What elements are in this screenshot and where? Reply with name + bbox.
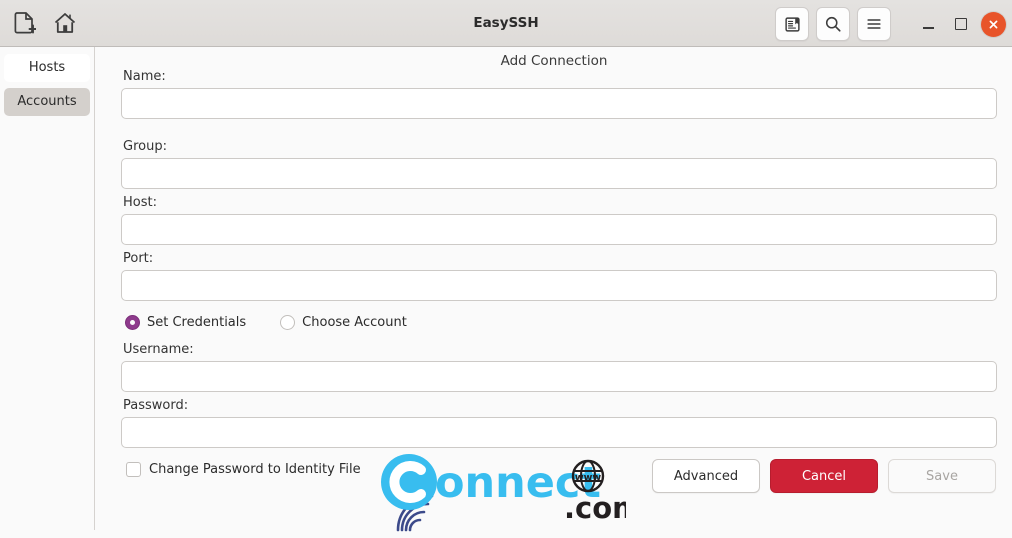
add-connection-form: Name: Group: Host: Port: Set Credentials…: [121, 69, 997, 477]
maximize-icon: [955, 18, 967, 30]
username-input[interactable]: [121, 361, 997, 392]
radio-label: Set Credentials: [147, 315, 247, 330]
close-button[interactable]: [981, 11, 1006, 37]
radio-unselected-icon: [280, 315, 296, 330]
sidebar-item-label: Accounts: [17, 94, 77, 109]
radio-label: Choose Account: [302, 315, 407, 330]
titlebar-left-actions: [8, 6, 82, 40]
form-actions: Advanced Cancel Save: [652, 459, 996, 493]
radio-set-credentials[interactable]: Set Credentials: [125, 315, 246, 330]
port-input[interactable]: [121, 270, 997, 301]
username-label: Username:: [123, 342, 194, 357]
menu-button[interactable]: [857, 7, 891, 41]
svg-text:.com: .com: [564, 491, 626, 525]
radio-selected-icon: [125, 315, 140, 330]
port-label: Port:: [123, 251, 154, 266]
group-label: Group:: [123, 139, 167, 154]
sidebar-item-hosts[interactable]: Hosts: [4, 54, 90, 82]
minimize-icon: [922, 27, 934, 29]
terminal-book-button[interactable]: [775, 7, 809, 41]
page-title: Add Connection: [500, 53, 608, 69]
host-label: Host:: [123, 195, 157, 210]
radio-choose-account[interactable]: Choose Account: [280, 315, 407, 330]
app-window: EasySSH Hosts Accounts Add Connection Na…: [0, 0, 1012, 532]
checkbox-unchecked-icon: [126, 462, 141, 477]
cancel-button[interactable]: Cancel: [770, 459, 878, 493]
password-input[interactable]: [121, 417, 997, 448]
search-button[interactable]: [816, 7, 850, 41]
name-label: Name:: [123, 69, 166, 84]
minimize-button[interactable]: [915, 11, 941, 37]
sidebar: Hosts Accounts: [0, 47, 95, 530]
titlebar: EasySSH: [0, 0, 1012, 47]
new-connection-icon[interactable]: [8, 6, 42, 40]
maximize-button[interactable]: [948, 11, 974, 37]
save-button: Save: [888, 459, 996, 493]
home-icon[interactable]: [48, 6, 82, 40]
close-icon: [989, 20, 998, 28]
advanced-button[interactable]: Advanced: [652, 459, 760, 493]
titlebar-right-actions: [775, 7, 1006, 41]
host-input[interactable]: [121, 214, 997, 245]
sidebar-item-accounts[interactable]: Accounts: [4, 88, 90, 116]
name-input[interactable]: [121, 88, 997, 119]
password-label: Password:: [123, 398, 189, 413]
sidebar-item-label: Hosts: [28, 60, 66, 75]
group-input[interactable]: [121, 158, 997, 189]
identity-file-checkbox-label: Change Password to Identity File: [149, 462, 361, 477]
main-content: Add Connection Name: Group: Host: Port: …: [96, 47, 1012, 532]
credential-mode-radio-group: Set Credentials Choose Account: [125, 315, 997, 330]
